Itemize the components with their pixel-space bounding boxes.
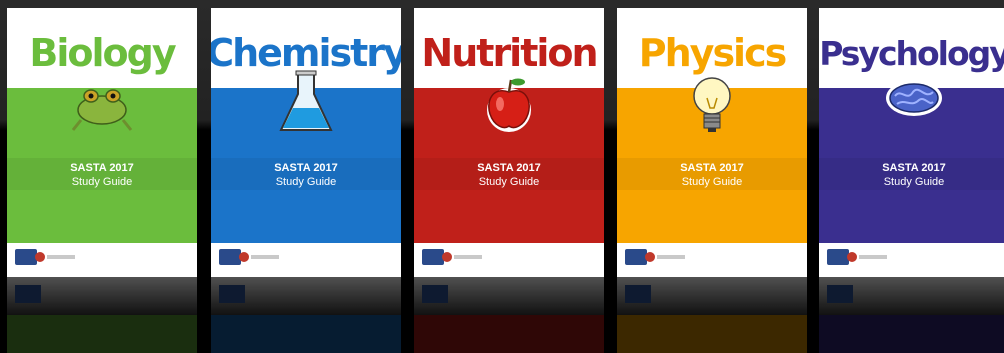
- book-subtitle-2: Study Guide: [275, 176, 337, 188]
- lightbulb-icon: [693, 77, 731, 132]
- book-chemistry[interactable]: Chemistry SASTA 2017 Study Guide: [211, 8, 401, 277]
- sasta-logo: [219, 247, 279, 267]
- book-subtitle-2: Study Guide: [71, 176, 133, 188]
- book-subtitle-2: Study Guide: [681, 176, 743, 188]
- book-nutrition[interactable]: Nutrition SASTA 2017 Study Guide: [414, 8, 604, 277]
- book-reflection: [414, 277, 604, 353]
- book-shelf: Biology SASTA 2017 Study Guide Chemistry…: [0, 0, 1004, 353]
- brain-icon: [886, 80, 942, 116]
- book-subtitle: SASTA 2017: [882, 162, 946, 174]
- sasta-logo: [15, 247, 75, 267]
- apple-icon: [487, 78, 531, 132]
- book-psychology[interactable]: Psychology SASTA 2017 Study Guide: [819, 8, 1004, 277]
- book-subtitle: SASTA 2017: [274, 162, 338, 174]
- book-reflection: [617, 277, 807, 353]
- sasta-logo: [422, 247, 482, 267]
- sasta-logo: [625, 247, 685, 267]
- book-biology[interactable]: Biology SASTA 2017 Study Guide: [7, 8, 197, 277]
- book-subtitle-2: Study Guide: [883, 176, 945, 188]
- book-subtitle: SASTA 2017: [477, 162, 541, 174]
- sasta-logo: [827, 247, 887, 267]
- book-subtitle-2: Study Guide: [478, 176, 540, 188]
- frog-icon: [71, 89, 133, 131]
- book-subtitle: SASTA 2017: [70, 162, 134, 174]
- flask-icon: [279, 70, 333, 131]
- book-physics[interactable]: Physics SASTA 2017 Study Guide: [617, 8, 807, 277]
- book-subtitle: SASTA 2017: [680, 162, 744, 174]
- book-reflection: [819, 277, 1004, 353]
- book-reflection: [7, 277, 197, 353]
- book-reflection: [211, 277, 401, 353]
